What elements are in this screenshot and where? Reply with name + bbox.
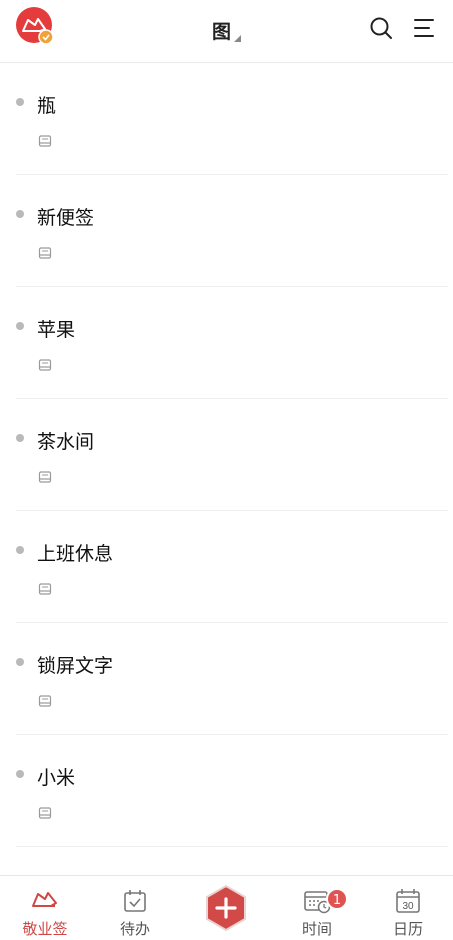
note-title: 瓶	[37, 95, 57, 117]
nav-label: 时间	[301, 920, 332, 938]
nav-label: 待办	[119, 920, 150, 938]
bullet-dot	[16, 658, 24, 666]
search-icon[interactable]	[369, 16, 393, 40]
nav-item-notes[interactable]: 敬业签	[5, 876, 85, 940]
bullet-dot	[16, 770, 24, 778]
bullet-dot	[16, 98, 24, 106]
list-item[interactable]: 新便签	[16, 175, 448, 287]
bullet-dot	[16, 546, 24, 554]
dropdown-caret-icon	[234, 35, 241, 42]
note-title: 茶水间	[37, 431, 95, 453]
list-item[interactable]: 苹果	[16, 287, 448, 399]
folder-icon	[38, 693, 52, 707]
add-note-button[interactable]	[204, 884, 248, 932]
list-item[interactable]: 小米	[16, 735, 448, 847]
nav-item-time[interactable]: 时间	[277, 876, 357, 940]
title-label: 图	[211, 21, 231, 43]
folder-icon	[38, 245, 52, 259]
list-item[interactable]: 瓶	[16, 63, 448, 175]
nav-item-calendar[interactable]: 30 日历	[368, 876, 448, 940]
folder-icon	[38, 805, 52, 819]
note-title: 苹果	[37, 319, 76, 341]
folder-icon	[38, 469, 52, 483]
bullet-dot	[16, 434, 24, 442]
nav-label: 敬业签	[22, 920, 68, 938]
note-title: 锁屏文字	[37, 655, 114, 677]
list-item[interactable]: 锁屏文字	[16, 623, 448, 735]
list-item[interactable]: 茶水间	[16, 399, 448, 511]
note-title: 上班休息	[37, 543, 114, 565]
todo-icon	[124, 890, 146, 912]
folder-icon	[38, 581, 52, 595]
bullet-dot	[16, 322, 24, 330]
folder-icon	[38, 133, 52, 147]
notification-badge: 1	[326, 888, 348, 910]
calendar-icon: 30	[396, 889, 420, 913]
app-logo-icon	[32, 892, 57, 907]
note-list: 瓶 新便签 苹果 茶水间 上班休息 锁屏文字 小米	[16, 63, 448, 847]
header: 图	[0, 0, 453, 63]
bullet-dot	[16, 210, 24, 218]
nav-label: 日历	[392, 920, 423, 938]
folder-icon	[38, 357, 52, 371]
nav-item-todo[interactable]: 待办	[95, 876, 175, 940]
note-title: 新便签	[37, 207, 95, 229]
app: 图 瓶 新便签 苹果 茶水间 上班休息 锁屏文字 小米 敬业签 待办 时间 1 …	[0, 0, 453, 940]
calendar-day: 30	[402, 901, 414, 912]
bottom-nav: 敬业签 待办 时间 1 30 日历	[0, 875, 453, 940]
menu-icon[interactable]	[413, 17, 435, 39]
note-title: 小米	[37, 767, 76, 789]
plus-icon	[206, 884, 246, 932]
list-item[interactable]: 上班休息	[16, 511, 448, 623]
